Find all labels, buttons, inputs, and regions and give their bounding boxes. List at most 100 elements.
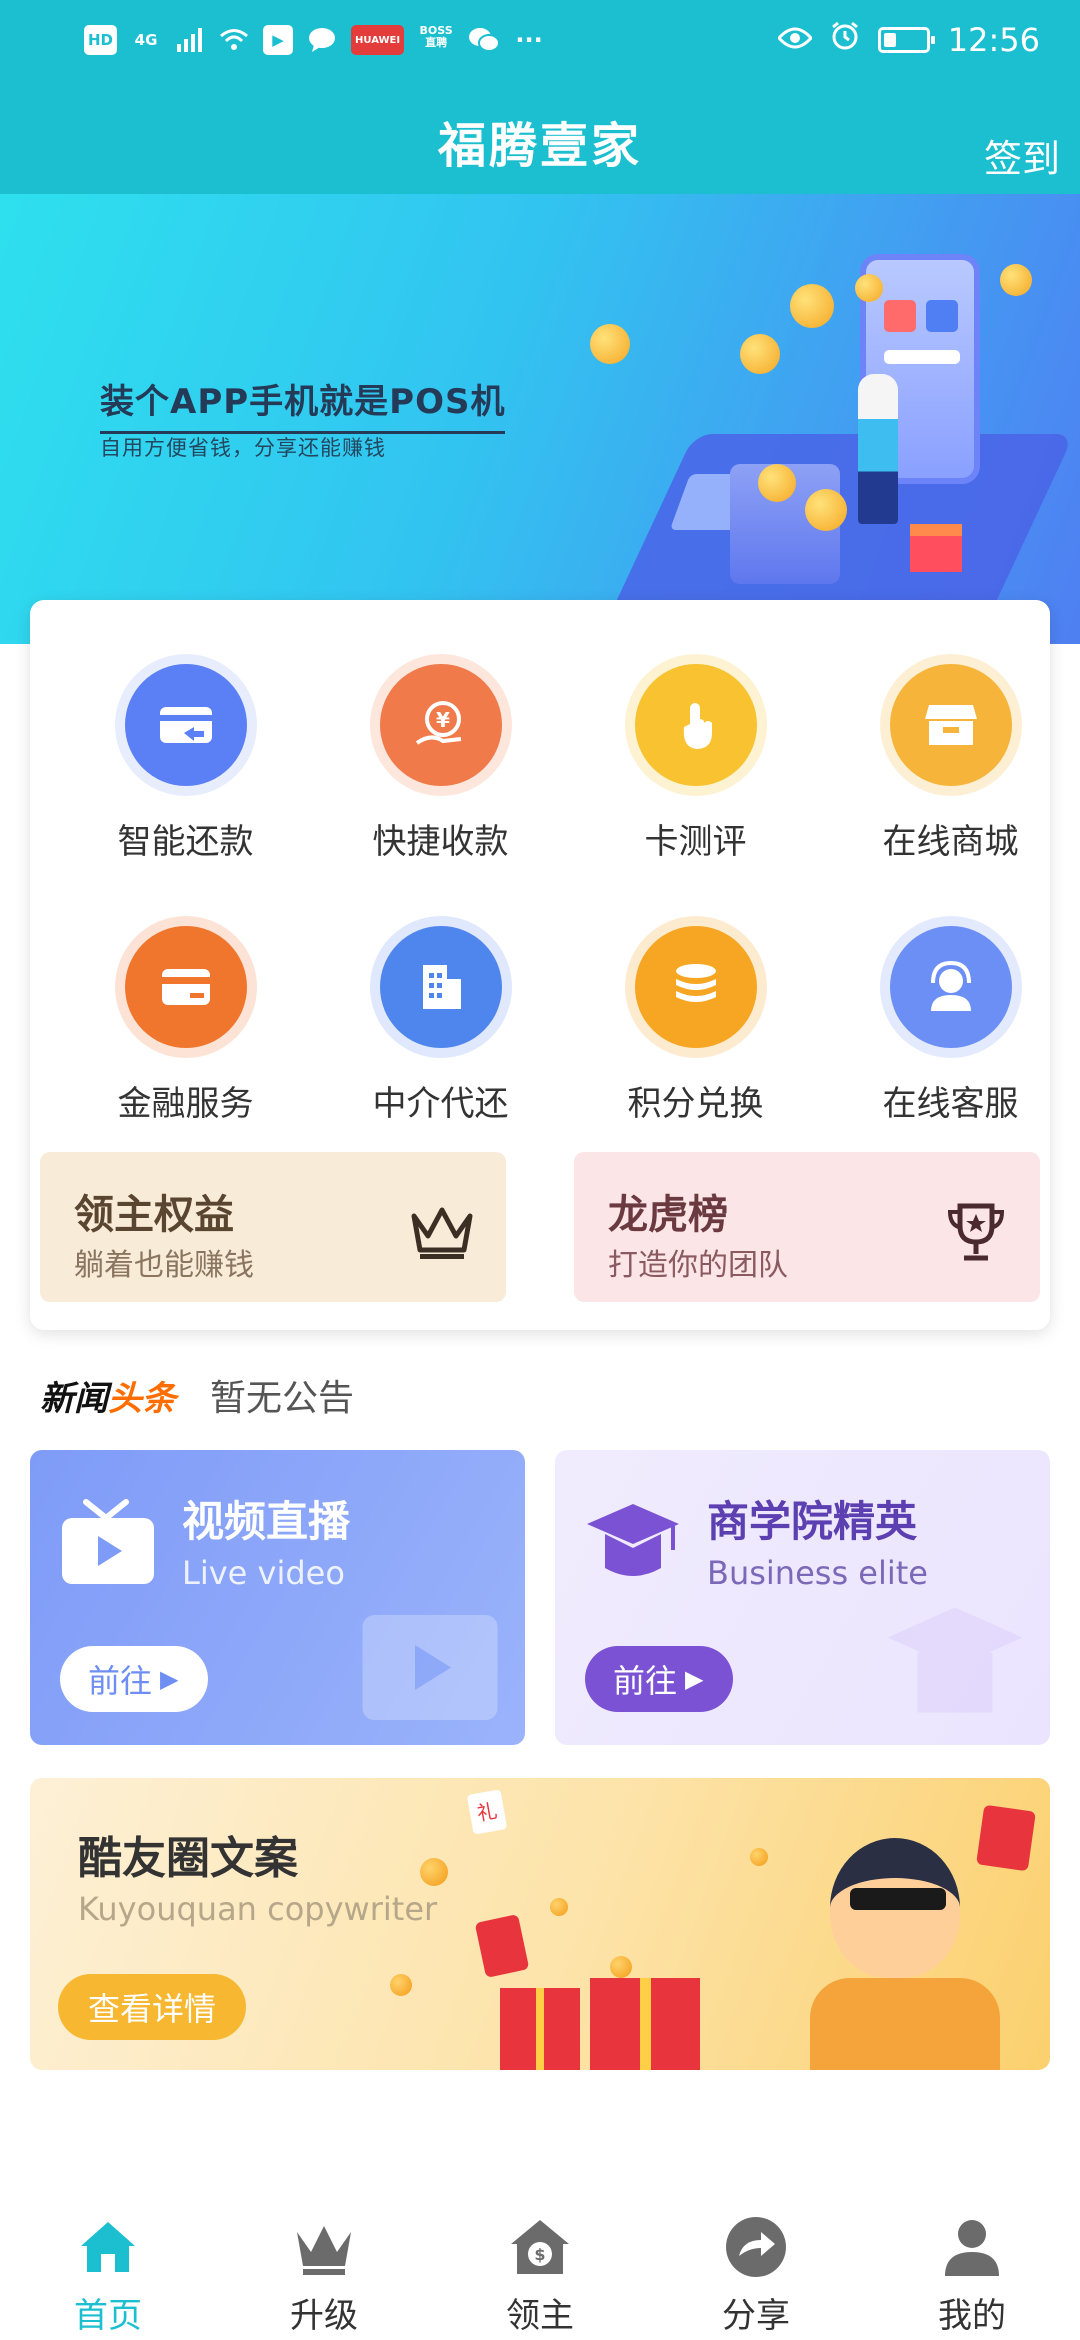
leaderboard-card[interactable]: 龙虎榜 打造你的团队 <box>574 1152 1040 1302</box>
clock: 12:56 <box>947 21 1040 59</box>
red-envelope-icon <box>474 1914 530 1978</box>
house-dollar-icon: $ <box>511 2220 569 2274</box>
service-label: 中介代还 <box>372 1084 509 1124</box>
alarm-icon <box>830 21 860 59</box>
gift-box-icon <box>500 1988 580 2070</box>
promo-banner[interactable]: 装个APP手机就是POS机 自用方便省钱，分享还能赚钱 <box>0 194 1080 644</box>
go-button-label: 前往 <box>613 1662 678 1700</box>
lord-benefits-card[interactable]: 领主权益 躺着也能赚钱 <box>40 1152 506 1302</box>
checkin-button[interactable]: 签到 <box>984 128 1060 183</box>
copywriter-subtitle: Kuyouquan copywriter <box>78 1890 438 1928</box>
benefit-subtitle: 打造你的团队 <box>608 1248 788 1283</box>
news-logo: 新闻头条 <box>40 1371 176 1420</box>
tv-play-icon <box>62 1499 154 1584</box>
gift-box-icon <box>590 1978 700 2070</box>
home-icon <box>81 2222 135 2272</box>
coin-icon <box>610 1956 632 1978</box>
red-envelope-icon <box>976 1804 1036 1872</box>
nav-label: 我的 <box>938 2296 1006 2336</box>
nav-home[interactable]: 首页 <box>0 2180 216 2340</box>
crown-icon <box>297 2226 351 2275</box>
eye-comfort-icon <box>776 23 813 58</box>
coin-icon <box>550 1898 568 1916</box>
user-icon <box>945 2220 999 2276</box>
go-button[interactable]: 前往 ▶ <box>585 1646 734 1712</box>
play-arrow-icon: ▶ <box>160 1665 179 1693</box>
service-online-mall[interactable]: 在线商城 <box>823 600 1078 862</box>
svg-text:¥: ¥ <box>436 708 450 732</box>
svg-text:$: $ <box>534 2245 545 2264</box>
coin-icon <box>590 324 630 364</box>
illustration-person <box>858 374 898 524</box>
service-points-exchange[interactable]: 积分兑换 <box>568 862 823 1124</box>
service-label: 金融服务 <box>117 1084 254 1124</box>
coins-stack-icon <box>635 926 757 1048</box>
graduation-cap-icon <box>587 1504 679 1576</box>
service-smart-repay[interactable]: 智能还款 <box>58 600 313 862</box>
coin-icon <box>1000 264 1032 296</box>
huawei-icon: HUAWEI <box>351 25 405 55</box>
wifi-icon <box>219 25 249 55</box>
nav-lord[interactable]: $ 领主 <box>432 2180 648 2340</box>
service-card-review[interactable]: 卡测评 <box>568 600 823 862</box>
share-arrow-icon <box>726 2217 786 2277</box>
yuan-hand-icon: ¥ <box>380 664 502 786</box>
service-label: 卡测评 <box>644 822 747 862</box>
character-body <box>810 1978 1000 2070</box>
benefit-subtitle: 躺着也能赚钱 <box>74 1248 254 1283</box>
status-bar-system: 12:56 <box>776 21 1040 59</box>
network-type: 4G <box>134 31 158 49</box>
trophy-icon <box>947 1203 1005 1261</box>
coin-icon <box>790 284 834 328</box>
wechat-icon <box>468 25 501 55</box>
nav-label: 领主 <box>506 2296 574 2336</box>
news-text: 暂无公告 <box>210 1378 355 1419</box>
coin-icon <box>758 464 796 502</box>
view-details-button[interactable]: 查看详情 <box>58 1974 247 2040</box>
service-agent-repay[interactable]: 中介代还 <box>313 862 568 1124</box>
copywriter-banner[interactable]: 酷友圈文案 Kuyouquan copywriter 查看详情 礼 <box>30 1778 1050 2070</box>
nav-label: 分享 <box>722 2296 790 2336</box>
benefit-title: 龙虎榜 <box>608 1191 728 1238</box>
service-label: 在线商城 <box>882 822 1019 862</box>
huawei-video-icon: ▶ <box>263 25 294 55</box>
news-logo-part2: 头条 <box>108 1378 176 1419</box>
nav-share[interactable]: 分享 <box>648 2180 864 2340</box>
live-video-tile[interactable]: 视频直播 Live video 前往 ▶ <box>30 1450 525 1745</box>
battery-icon <box>877 27 935 53</box>
coin-icon <box>750 1848 768 1866</box>
tile-title: 商学院精英 <box>707 1497 918 1546</box>
bottom-nav: 首页 升级 $ 领主 分享 我的 <box>0 2180 1080 2340</box>
service-quick-collect[interactable]: ¥ 快捷收款 <box>313 600 568 862</box>
nav-upgrade[interactable]: 升级 <box>216 2180 432 2340</box>
more-icon: ··· <box>515 26 543 54</box>
card-return-icon <box>125 664 247 786</box>
nav-label: 升级 <box>290 2296 358 2336</box>
service-label: 智能还款 <box>117 822 254 862</box>
nav-mine[interactable]: 我的 <box>864 2180 1080 2340</box>
go-button[interactable]: 前往 ▶ <box>60 1646 209 1712</box>
page-title: 福腾壹家 <box>437 118 642 174</box>
tile-title: 视频直播 <box>182 1497 351 1546</box>
crown-icon <box>411 1207 473 1259</box>
tap-finger-icon <box>635 664 757 786</box>
coin-icon <box>805 489 847 531</box>
service-finance[interactable]: 金融服务 <box>58 862 313 1124</box>
service-label: 在线客服 <box>882 1084 1019 1124</box>
bank-card-icon <box>125 926 247 1048</box>
service-label: 积分兑换 <box>627 1084 764 1124</box>
banner-subtitle: 自用方便省钱，分享还能赚钱 <box>100 436 386 460</box>
go-button-label: 前往 <box>88 1662 153 1700</box>
coin-icon <box>740 334 780 374</box>
graduation-cap-icon <box>887 1607 1023 1713</box>
service-customer-support[interactable]: 在线客服 <box>823 862 1078 1124</box>
coin-icon <box>420 1858 448 1886</box>
signal-icon <box>175 25 205 55</box>
boss-icon: BOSS 直聘 <box>419 24 453 49</box>
sunglasses-icon <box>850 1888 946 1910</box>
coin-icon <box>390 1974 412 1996</box>
gift-tag: 礼 <box>466 1789 508 1835</box>
copywriter-title: 酷友圈文案 <box>78 1833 298 1884</box>
news-ticker[interactable]: 新闻头条 暂无公告 <box>40 1365 354 1425</box>
business-elite-tile[interactable]: 商学院精英 Business elite 前往 ▶ <box>555 1450 1050 1745</box>
